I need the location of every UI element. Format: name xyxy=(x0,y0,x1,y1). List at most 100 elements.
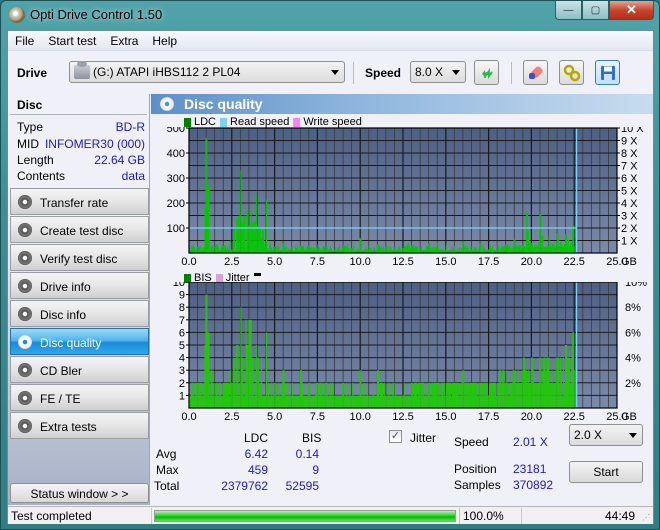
resize-grip-icon[interactable]: ⋰ xyxy=(642,513,650,522)
data-bar xyxy=(515,245,517,253)
data-bar xyxy=(233,357,235,408)
data-bar xyxy=(405,395,407,408)
data-bar xyxy=(522,244,524,253)
data-bar xyxy=(437,245,439,253)
divider xyxy=(521,508,522,524)
data-bar xyxy=(240,170,242,253)
data-bar xyxy=(294,395,296,408)
speed-select[interactable]: 8.0 X xyxy=(410,61,466,83)
erase-button[interactable] xyxy=(523,60,548,85)
maximize-button[interactable]: ▢ xyxy=(582,1,609,20)
data-bar xyxy=(456,382,458,408)
data-bar xyxy=(508,246,510,253)
test-speed-select[interactable]: 2.0 X xyxy=(569,424,643,446)
data-bar xyxy=(247,345,249,408)
title-bar[interactable]: Opti Drive Control 1.50 — ▢ ✕ xyxy=(1,1,659,29)
data-bar xyxy=(210,370,212,408)
data-bar xyxy=(269,244,271,253)
close-button[interactable]: ✕ xyxy=(609,1,654,20)
speed-value: 2.01 X xyxy=(513,435,548,449)
data-bar xyxy=(356,248,358,253)
progress-text: 100.0% xyxy=(463,509,504,523)
data-bar xyxy=(369,395,371,408)
data-bar xyxy=(418,382,420,408)
menu-extra[interactable]: Extra xyxy=(103,31,145,50)
data-bar xyxy=(315,382,317,408)
nav-drive-info[interactable]: Drive info xyxy=(10,272,149,299)
nav-transfer-rate[interactable]: Transfer rate xyxy=(10,188,149,215)
stats-panel: LDC BIS Avg 6.42 0.14 Max 459 9 Total 23… xyxy=(151,424,653,505)
data-bar xyxy=(354,395,356,408)
refresh-button[interactable] xyxy=(474,60,499,85)
settings-button[interactable] xyxy=(559,60,584,85)
menu-help[interactable]: Help xyxy=(145,31,184,50)
data-bar xyxy=(436,382,438,408)
nav-cd-bler[interactable]: CD Bler xyxy=(10,356,149,383)
data-bar xyxy=(197,246,199,253)
data-bar xyxy=(236,345,238,408)
data-bar xyxy=(270,244,272,253)
data-bar xyxy=(530,382,532,408)
data-bar xyxy=(338,395,340,408)
nav-create-test-disc[interactable]: Create test disc xyxy=(10,216,149,243)
start-button[interactable]: Start xyxy=(569,461,643,483)
data-bar xyxy=(229,247,231,253)
minimize-button[interactable]: — xyxy=(555,1,582,20)
data-bar xyxy=(252,357,254,408)
data-bar xyxy=(305,395,307,408)
data-bar xyxy=(234,228,236,253)
data-bar xyxy=(229,395,231,408)
data-bar xyxy=(334,248,336,253)
menu-start-test[interactable]: Start test xyxy=(41,31,103,50)
data-bar xyxy=(326,382,328,408)
menu-file[interactable]: File xyxy=(8,31,41,50)
data-bar xyxy=(265,395,267,408)
data-bar xyxy=(234,357,236,408)
data-bar xyxy=(549,242,551,253)
data-bar xyxy=(492,382,494,408)
drive-select[interactable]: (G:) ATAPI iHBS112 2 PL04 xyxy=(69,61,345,83)
data-bar xyxy=(248,319,250,408)
data-bar xyxy=(373,395,375,408)
data-bar xyxy=(542,235,544,253)
x-axis-unit: GB xyxy=(621,411,637,423)
status-window-button[interactable]: Status window > > xyxy=(10,483,149,503)
jitter-checkbox[interactable]: ✓ xyxy=(389,430,402,443)
data-bar xyxy=(292,395,294,408)
jitter-label: Jitter xyxy=(410,431,437,445)
data-bar xyxy=(426,246,428,253)
data-bar xyxy=(366,382,368,408)
save-button[interactable] xyxy=(595,60,620,85)
data-bar xyxy=(538,242,540,253)
legend-marker xyxy=(253,272,261,276)
status-bar: Test completed 100.0% 44:49 ⋰ xyxy=(8,506,653,524)
data-bar xyxy=(370,395,372,408)
data-bar xyxy=(447,382,449,408)
nav-verify-test-disc[interactable]: Verify test disc xyxy=(10,244,149,271)
data-bar xyxy=(487,395,489,408)
data-bar xyxy=(514,239,516,253)
nav-disc-quality[interactable]: Disc quality xyxy=(10,328,149,355)
nav-fe-te[interactable]: FE / TE xyxy=(10,384,149,411)
data-bar xyxy=(466,382,468,408)
data-bar xyxy=(311,247,313,253)
disc-quality-icon xyxy=(18,335,32,349)
data-bar xyxy=(232,382,234,408)
data-bar xyxy=(489,245,491,253)
data-bar xyxy=(529,243,531,253)
data-bar xyxy=(268,382,270,408)
nav-disc-info[interactable]: Disc info xyxy=(10,300,149,327)
data-bar xyxy=(570,382,572,408)
data-bar xyxy=(352,382,354,408)
y2-tick-label: 7 X xyxy=(621,161,638,173)
data-bar xyxy=(321,395,323,408)
data-bar xyxy=(254,220,256,253)
data-bar xyxy=(191,246,193,253)
data-bar xyxy=(567,357,569,408)
x-tick-label: 5.0 xyxy=(267,411,282,423)
data-bar xyxy=(509,382,511,408)
data-bar xyxy=(476,382,478,408)
data-bar xyxy=(439,395,441,408)
data-bar xyxy=(540,357,542,408)
nav-extra-tests[interactable]: Extra tests xyxy=(10,412,149,439)
